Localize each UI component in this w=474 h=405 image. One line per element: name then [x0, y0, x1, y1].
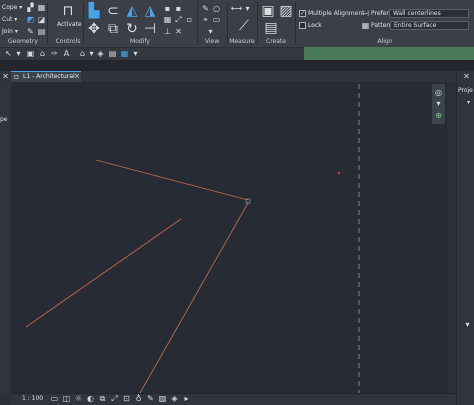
detail-level-icon[interactable]: ▭	[50, 394, 59, 403]
crop-region-icon[interactable]: ⤢	[110, 394, 119, 403]
analytical-model-icon[interactable]: ▨	[158, 394, 167, 403]
sketch-line[interactable]	[139, 202, 249, 394]
scroll-down-icon[interactable]: ▾	[463, 320, 472, 329]
zoom-region-icon[interactable]: ⊕	[434, 111, 443, 120]
temporary-hide-icon[interactable]: ♁	[134, 394, 143, 403]
show-constraints-icon[interactable]: ▸	[182, 394, 191, 403]
view-scale[interactable]: 1 : 100	[22, 395, 43, 402]
tree-expand-icon[interactable]: ▾	[464, 98, 473, 107]
view-cube-icon[interactable]: ◎	[434, 88, 443, 97]
cursor-point	[337, 171, 341, 175]
project-browser-close-icon[interactable]: ✕	[462, 72, 471, 81]
lock-view-icon[interactable]: ⊡	[122, 394, 131, 403]
navigation-dropdown-icon[interactable]: ▾	[434, 99, 443, 108]
project-browser-panel	[456, 71, 474, 405]
sketch-overlay	[25, 84, 360, 394]
crop-view-icon[interactable]: ⧉	[98, 394, 107, 403]
reveal-hidden-icon[interactable]: ✎	[146, 394, 155, 403]
shadows-icon[interactable]: ◐	[86, 394, 95, 403]
sketch-line[interactable]	[25, 218, 182, 328]
sun-path-icon[interactable]: ☼	[74, 394, 83, 403]
sketch-line[interactable]	[95, 159, 249, 201]
project-browser-title: Proje	[458, 87, 473, 94]
visual-style-icon[interactable]: ◫	[62, 394, 71, 403]
highlight-displacement-icon[interactable]: ◈	[170, 394, 179, 403]
